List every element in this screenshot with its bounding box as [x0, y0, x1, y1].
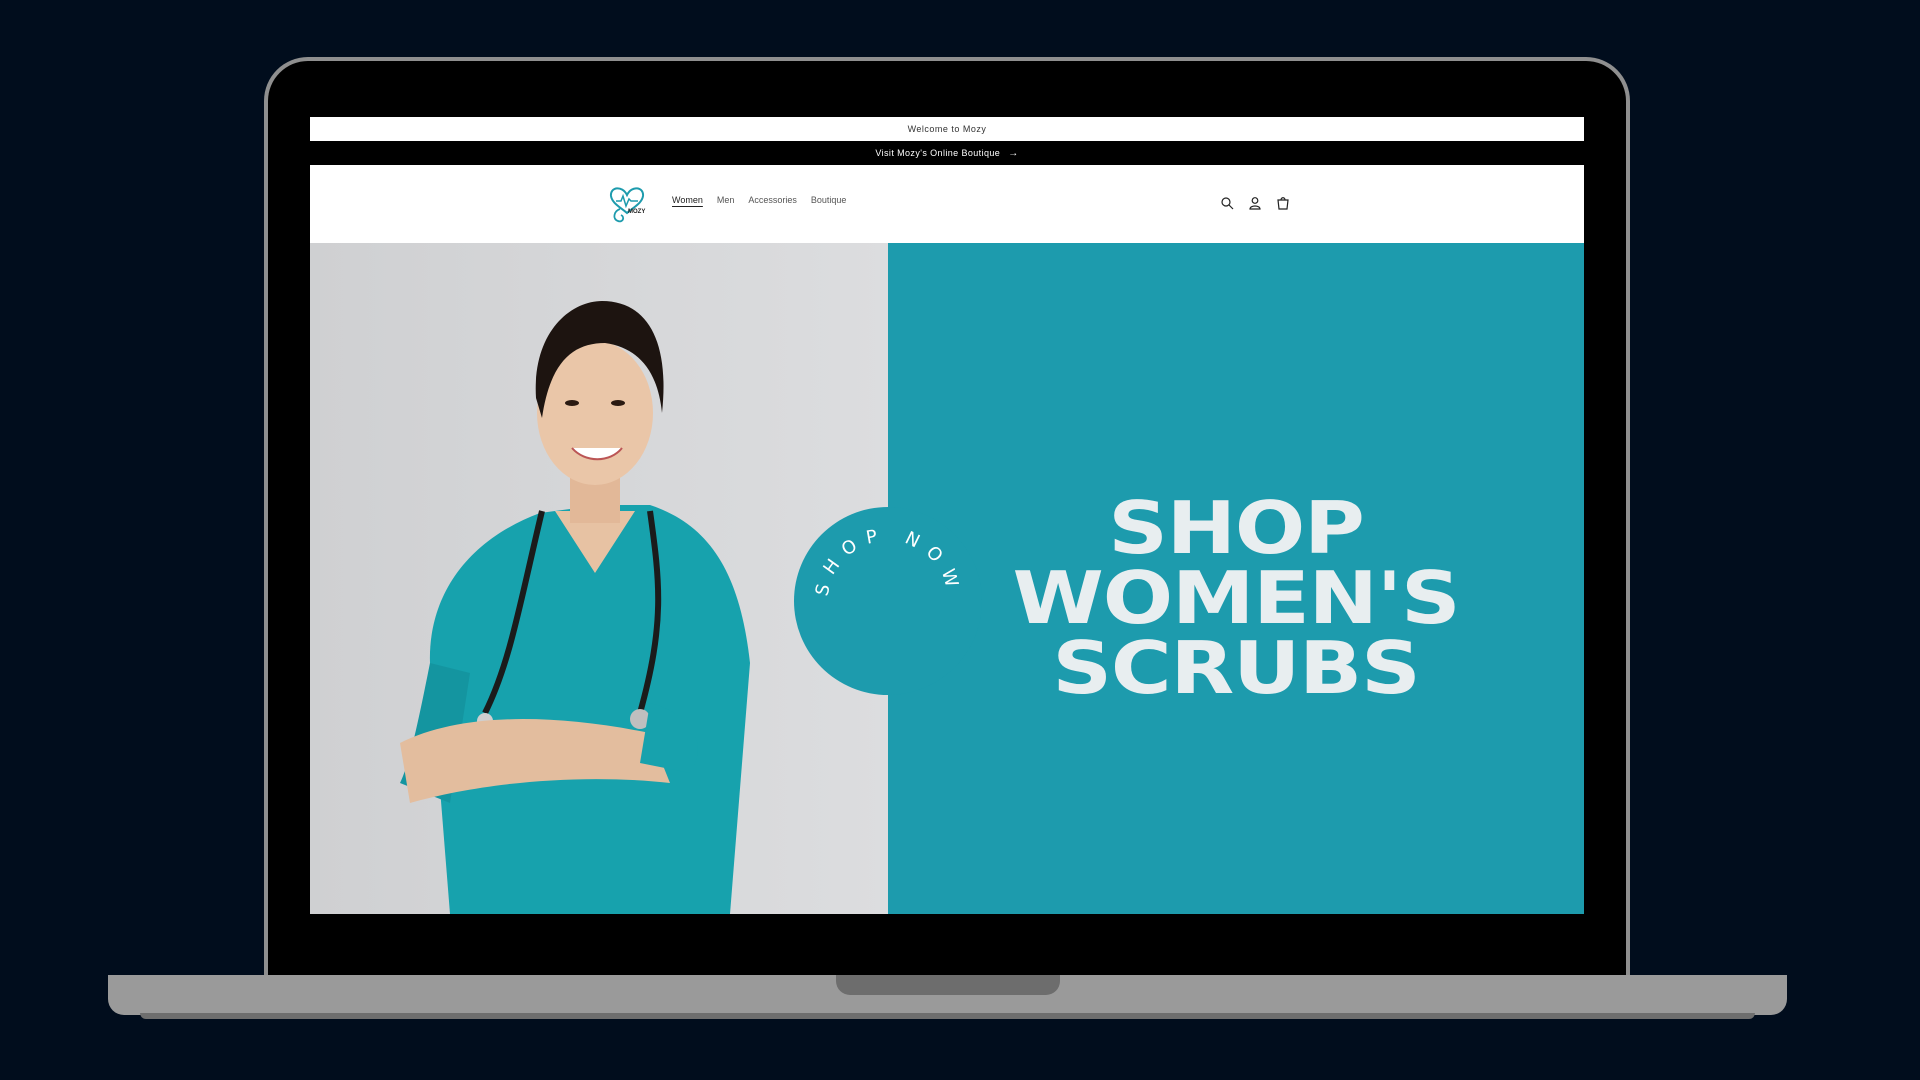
hero-title-line-3: SCRUBS: [1052, 626, 1420, 710]
nav-men[interactable]: Men: [717, 195, 735, 205]
hero-title-line-2: WOMEN'S: [1012, 556, 1461, 640]
laptop-notch: [836, 975, 1060, 995]
header-icons: [1220, 196, 1290, 210]
site-header: MOZY Women Men Accessories Boutique: [310, 165, 1584, 244]
cart-icon[interactable]: [1276, 196, 1290, 210]
arrow-right-icon: →: [1008, 147, 1019, 159]
announcement-welcome: Welcome to Mozy: [907, 124, 987, 134]
hero-title: SHOP WOMEN'S SCRUBS: [888, 492, 1584, 704]
nav-boutique[interactable]: Boutique: [811, 195, 847, 205]
search-icon[interactable]: [1220, 196, 1234, 210]
mozy-logo[interactable]: MOZY: [608, 183, 646, 225]
nav-women[interactable]: Women: [672, 195, 703, 205]
announcement-bar: Welcome to Mozy: [310, 117, 1584, 141]
promo-link[interactable]: Visit Mozy's Online Boutique: [875, 148, 1000, 158]
logo-text: MOZY: [628, 209, 645, 215]
hero-banner[interactable]: SHOP NOW SHOP WOMEN'S SCRUBS: [310, 243, 1584, 914]
hero-title-line-1: SHOP: [1108, 486, 1365, 570]
browser-screen: Welcome to Mozy Visit Mozy's Online Bout…: [310, 117, 1584, 914]
account-icon[interactable]: [1248, 196, 1262, 210]
promo-bar[interactable]: Visit Mozy's Online Boutique →: [310, 141, 1584, 165]
laptop-base-shadow: [140, 1013, 1755, 1019]
main-nav: Women Men Accessories Boutique: [672, 195, 846, 205]
nav-accessories[interactable]: Accessories: [748, 195, 797, 205]
